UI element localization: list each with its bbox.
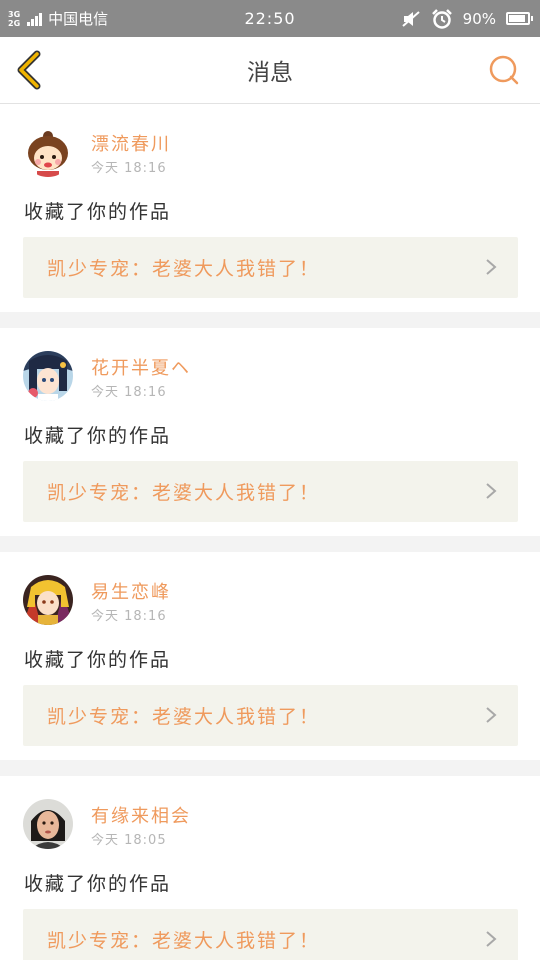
message-card: 有缘来相会 今天 18:05 收藏了你的作品 凯少专宠：老婆大人我错了！	[0, 776, 540, 960]
battery-percent: 90%	[462, 9, 496, 28]
username[interactable]: 花开半夏ヘ	[91, 354, 191, 380]
avatar[interactable]	[23, 351, 73, 401]
username[interactable]: 有缘来相会	[91, 802, 191, 828]
chevron-right-icon	[486, 259, 497, 275]
page-title: 消息	[247, 60, 293, 86]
work-link[interactable]: 凯少专宠：老婆大人我错了！	[23, 461, 518, 522]
avatar[interactable]	[23, 575, 73, 625]
chevron-right-icon	[486, 483, 497, 499]
message-card: 花开半夏ヘ 今天 18:16 收藏了你的作品 凯少专宠：老婆大人我错了！	[0, 328, 540, 536]
message-card: 易生恋峰 今天 18:16 收藏了你的作品 凯少专宠：老婆大人我错了！	[0, 552, 540, 760]
username[interactable]: 漂流春川	[91, 130, 171, 156]
message-time: 今天 18:05	[91, 833, 167, 848]
work-link[interactable]: 凯少专宠：老婆大人我错了！	[23, 685, 518, 746]
avatar[interactable]	[23, 127, 73, 177]
action-text: 收藏了你的作品	[24, 649, 172, 671]
action-text: 收藏了你的作品	[24, 873, 172, 895]
chevron-left-icon[interactable]	[12, 50, 52, 90]
work-link[interactable]: 凯少专宠：老婆大人我错了！	[23, 237, 518, 298]
username[interactable]: 易生恋峰	[91, 578, 171, 604]
status-right: 90%	[401, 0, 533, 37]
work-title: 凯少专宠：老婆大人我错了！	[47, 706, 321, 728]
message-time: 今天 18:16	[91, 161, 167, 176]
chevron-right-icon	[486, 931, 497, 947]
message-list[interactable]: 漂流春川 今天 18:16 收藏了你的作品 凯少专宠：老婆大人我错了！ 花开半夏…	[0, 104, 540, 960]
message-time: 今天 18:16	[91, 385, 167, 400]
work-title: 凯少专宠：老婆大人我错了！	[47, 258, 321, 280]
action-text: 收藏了你的作品	[24, 425, 172, 447]
mute-icon	[401, 10, 420, 27]
message-card: 漂流春川 今天 18:16 收藏了你的作品 凯少专宠：老婆大人我错了！	[0, 104, 540, 312]
work-title: 凯少专宠：老婆大人我错了！	[47, 930, 321, 952]
search-icon[interactable]	[488, 54, 520, 86]
work-link[interactable]: 凯少专宠：老婆大人我错了！	[23, 909, 518, 960]
avatar[interactable]	[23, 799, 73, 849]
message-time: 今天 18:16	[91, 609, 167, 624]
battery-icon	[506, 12, 533, 25]
alarm-icon	[431, 8, 452, 29]
work-title: 凯少专宠：老婆大人我错了！	[47, 482, 321, 504]
nav-bar: 消息	[0, 37, 540, 104]
status-bar: 3G 2G 中国电信 22:50 90%	[0, 0, 540, 37]
action-text: 收藏了你的作品	[24, 201, 172, 223]
chevron-right-icon	[486, 707, 497, 723]
